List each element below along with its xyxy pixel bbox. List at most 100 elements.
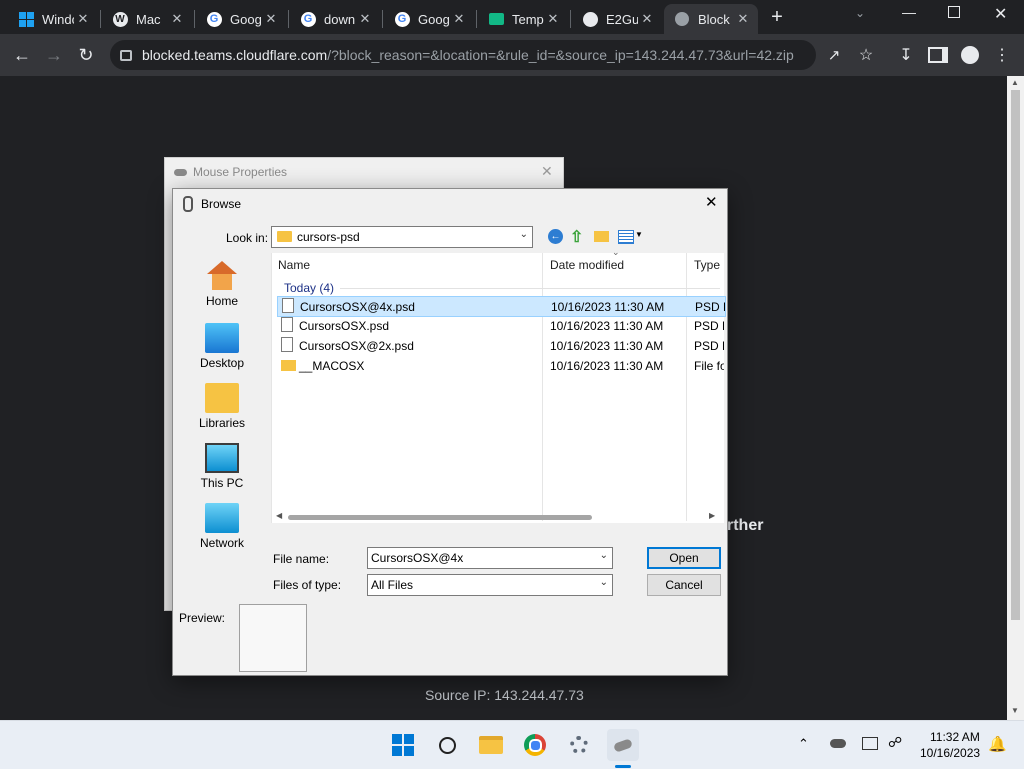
clock-time[interactable]: 11:32 AM [930,730,980,744]
tab-close-icon[interactable]: ✕ [74,11,92,27]
forward-icon[interactable]: → [40,41,68,69]
tab-title: Windo [42,11,74,27]
tab-1[interactable]: Windo✕ [8,4,98,34]
search-icon[interactable] [431,729,463,761]
tab-6[interactable]: Temp ✕ [478,4,568,34]
tab-close-icon[interactable]: ✕ [450,11,468,27]
column-type[interactable]: Type [694,258,720,272]
minimize-button[interactable]: — [902,4,916,20]
bookmark-star-icon[interactable]: ☆ [852,41,880,69]
place-desktop[interactable]: Desktop [181,323,263,370]
view-menu-icon[interactable] [618,230,634,244]
mouse-properties-taskbar-icon[interactable] [607,729,639,761]
file-type: PSD F [695,300,725,314]
document-icon [281,317,293,332]
back-folder-icon[interactable]: ← [548,229,563,244]
url-domain: blocked.teams.cloudflare.com [142,47,328,63]
tab-2[interactable]: W Mac ✕ [102,4,192,34]
tab-strip: Windo✕WMac✕GGoog✕Gdown✕GGoog✕Temp✕E2Gu✕B… [0,0,1024,34]
look-in-select[interactable]: cursors-psd ⌄ [271,226,533,248]
menu-icon[interactable]: ⋮ [988,41,1016,69]
place-this-pc[interactable]: This PC [181,443,263,490]
show-hidden-icons-icon[interactable]: ⌃ [798,736,809,752]
new-tab-button[interactable]: + [766,6,788,28]
browse-title: Browse [201,197,242,211]
onedrive-icon[interactable] [830,739,846,748]
display-icon[interactable] [862,737,878,750]
scroll-up-arrow[interactable]: ▲ [1011,78,1019,87]
file-row[interactable]: CursorsOSX@2x.psd 10/16/2023 11:30 AM PSD … [277,336,724,355]
file-list[interactable]: Name Date modified Type ⌄ Today (4) Curs… [271,247,726,523]
tab-separator [100,10,101,28]
reload-icon[interactable]: ↻ [72,41,100,69]
cancel-button[interactable]: Cancel [647,574,721,596]
close-window-button[interactable]: ✕ [994,4,1007,24]
tab-7[interactable]: E2Gu ✕ [572,4,662,34]
page-scrollbar[interactable]: ▲ ▼ [1007,76,1024,720]
file-date: 10/16/2023 11:30 AM [550,339,664,353]
group-header[interactable]: Today (4) [284,281,334,295]
tab-4[interactable]: Gdown ✕ [290,4,380,34]
tab-close-icon[interactable]: ✕ [734,11,752,27]
address-bar[interactable]: blocked.teams.cloudflare.com/?block_reas… [110,40,816,70]
column-name[interactable]: Name [278,258,310,272]
scroll-down-arrow[interactable]: ▼ [1011,706,1019,715]
desktop-icon [205,323,239,353]
file-row[interactable]: CursorsOSX.psd 10/16/2023 11:30 AM PSD F [277,316,724,335]
network-status-icon[interactable]: ☍ [888,734,902,751]
tab-8[interactable]: Block ✕ [664,4,758,34]
mouse-properties-close-button[interactable]: ✕ [541,163,553,180]
file-name: CursorsOSX@2x.psd [299,339,414,353]
download-icon[interactable]: ↧ [892,41,920,69]
chrome-icon[interactable] [519,729,551,761]
file-name: CursorsOSX@4x.psd [300,300,415,314]
view-menu-chevron-icon[interactable]: ▼ [635,230,643,239]
wordpress-icon: W [112,11,128,27]
scroll-thumb[interactable] [1011,90,1020,620]
new-folder-icon[interactable] [594,231,609,242]
side-panel-icon[interactable] [924,41,952,69]
tab-close-icon[interactable]: ✕ [262,11,280,27]
tab-separator [288,10,289,28]
place-libraries[interactable]: Libraries [181,383,263,430]
start-button[interactable] [387,729,419,761]
file-row[interactable]: CursorsOSX@4x.psd 10/16/2023 11:30 AM PSD … [277,296,726,317]
notification-bell-icon[interactable]: 🔔 [988,735,1007,753]
profile-icon[interactable] [956,41,984,69]
chevron-down-icon[interactable]: ⌄ [600,550,608,561]
browse-dialog: Browse ✕ Look in: cursors-psd ⌄ ← ⇧ ▼ Ho… [172,188,728,676]
tab-search-icon[interactable]: ⌄ [855,6,865,20]
place-network[interactable]: Network [181,503,263,550]
back-icon[interactable]: ← [8,41,36,69]
scroll-right-arrow[interactable]: ▶ [709,511,715,520]
tab-3[interactable]: G Goog ✕ [196,4,286,34]
clock-date[interactable]: 10/16/2023 [920,746,980,760]
file-explorer-icon[interactable] [475,729,507,761]
tab-close-icon[interactable]: ✕ [544,11,562,27]
browse-close-button[interactable]: ✕ [705,193,718,211]
tab-close-icon[interactable]: ✕ [638,11,656,27]
file-date: 10/16/2023 11:30 AM [550,359,664,373]
globe-icon [674,11,690,27]
open-button[interactable]: Open [647,547,721,569]
restore-button[interactable] [948,6,960,18]
share-icon[interactable]: ↗ [820,41,848,69]
network-icon [205,503,239,533]
tab-title: Temp [512,11,544,27]
settings-icon[interactable] [563,729,595,761]
mouse-icon [174,169,187,176]
tab-separator [570,10,571,28]
file-row[interactable]: __MACOSX 10/16/2023 11:30 AM File fo [277,356,724,375]
horizontal-scrollbar[interactable]: ◀ ▶ [272,511,720,523]
place-home[interactable]: Home [181,261,263,308]
chevron-down-icon: ⌄ [599,577,608,588]
tab-close-icon[interactable]: ✕ [356,11,374,27]
files-of-type-select[interactable]: All Files ⌄ [367,574,613,596]
file-name-input[interactable]: CursorsOSX@4x ⌄ [367,547,613,569]
tab-5[interactable]: G Goog ✕ [384,4,474,34]
scroll-left-arrow[interactable]: ◀ [276,511,282,520]
tab-close-icon[interactable]: ✕ [168,11,186,27]
up-folder-icon[interactable]: ⇧ [570,227,583,247]
h-scroll-thumb[interactable] [288,515,592,520]
column-date-modified[interactable]: Date modified [550,258,624,272]
